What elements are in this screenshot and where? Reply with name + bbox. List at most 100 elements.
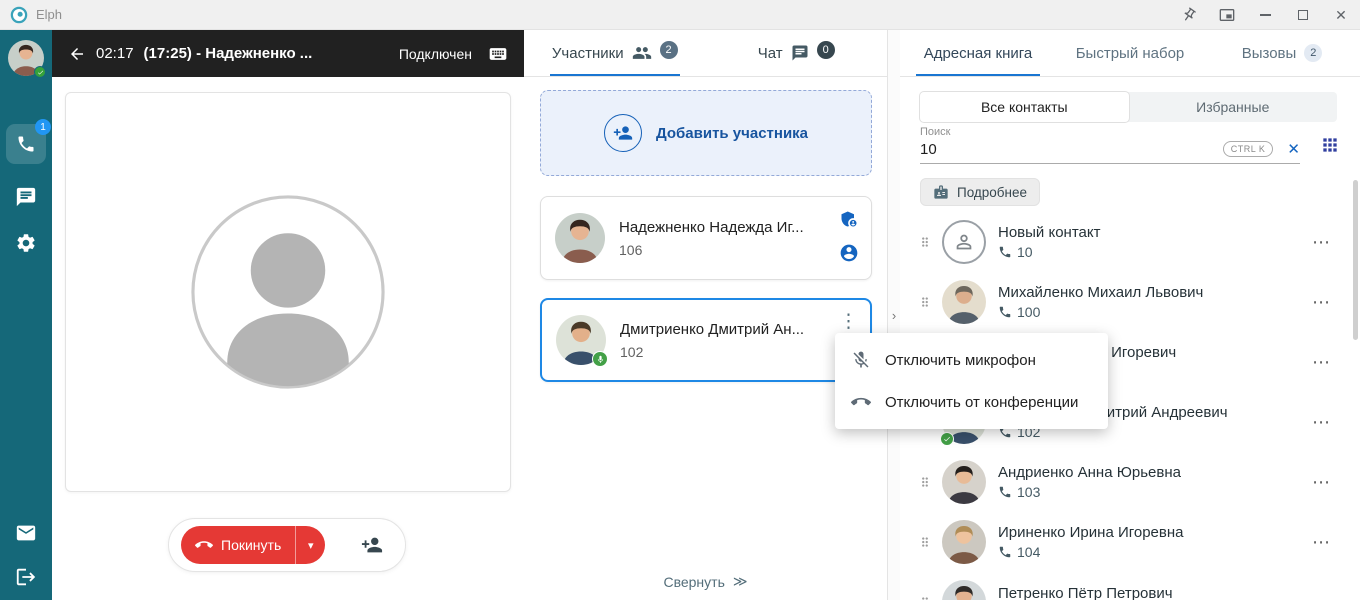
contact-menu-button[interactable]: ⋯ xyxy=(1308,469,1334,495)
maximize-button[interactable] xyxy=(1294,6,1312,24)
app-title: Elph xyxy=(36,7,62,22)
shortcut-chip: CTRL K xyxy=(1223,141,1274,157)
filter-all-contacts[interactable]: Все контакты xyxy=(920,92,1129,122)
filter-favorites[interactable]: Избранные xyxy=(1129,92,1338,122)
contact-row[interactable]: Андриенко Анна Юрьевна 103 ⋯ xyxy=(900,452,1360,512)
chevron-down-icon: ▾ xyxy=(308,539,314,552)
drag-handle-icon[interactable] xyxy=(918,473,932,491)
conference-tabs: Участники 2 Чат 0 xyxy=(524,30,887,77)
contact-row[interactable]: Михайленко Михаил Львович 100 ⋯ xyxy=(900,272,1360,332)
tab-speed-dial-label: Быстрый набор xyxy=(1076,45,1185,62)
tab-participants[interactable]: Участники 2 xyxy=(524,30,706,76)
contact-row[interactable]: Ириненко Ирина Игоревна 104 ⋯ xyxy=(900,512,1360,572)
tab-participants-label: Участники xyxy=(552,45,624,62)
sidebar-item-logout[interactable] xyxy=(15,566,37,588)
keyboard-icon xyxy=(488,44,508,64)
participant-card[interactable]: Надежненко Надежда Иг... 106 xyxy=(540,196,872,280)
call-end-icon xyxy=(195,536,213,554)
call-controls-bar: Покинуть ▾ xyxy=(168,518,406,572)
pin-window-button[interactable] xyxy=(1176,2,1201,27)
contact-row[interactable]: Петренко Пётр Петрович ⋯ xyxy=(900,572,1360,600)
dtmf-keypad-button[interactable] xyxy=(488,44,508,64)
add-participant-dropzone[interactable]: Добавить участника xyxy=(540,90,872,176)
search-label: Поиск xyxy=(920,126,1300,138)
participant-name: Дмитриенко Дмитрий Ан... xyxy=(620,321,804,338)
sidebar-item-mail[interactable] xyxy=(15,522,37,544)
call-timer: 02:17 xyxy=(96,45,134,62)
participants-count-badge: 2 xyxy=(660,41,678,59)
sidebar-item-messages[interactable] xyxy=(15,186,37,208)
tab-address-book-label: Адресная книга xyxy=(924,45,1033,62)
drag-handle-icon[interactable] xyxy=(918,233,932,251)
drag-handle-icon[interactable] xyxy=(918,593,932,600)
clear-search-button[interactable]: ✕ xyxy=(1287,140,1300,158)
remote-video-area xyxy=(65,92,511,492)
contacts-filter-segmented: Все контакты Избранные xyxy=(920,92,1337,122)
account-circle-icon[interactable] xyxy=(839,243,859,263)
chat-icon xyxy=(15,186,37,208)
contact-name: Петренко Пётр Петрович xyxy=(998,585,1173,600)
close-button[interactable]: ✕ xyxy=(1332,6,1350,24)
tab-address-book[interactable]: Адресная книга xyxy=(902,30,1054,76)
details-button[interactable]: Подробнее xyxy=(920,178,1040,206)
search-row: Поиск 10 CTRL K ✕ xyxy=(920,126,1340,164)
dialpad-grid-button[interactable] xyxy=(1320,135,1340,155)
active-call-panel: 02:17 (17:25) - Надежненко ... Подключен… xyxy=(52,30,524,600)
chat-count-badge: 0 xyxy=(817,41,835,59)
participant-card-selected[interactable]: Дмитриенко Дмитрий Ан... 102 ⋮ xyxy=(540,298,872,382)
menu-item-mute[interactable]: Отключить микрофон xyxy=(835,339,1108,381)
app-sidebar: 1 xyxy=(0,30,52,600)
contact-menu-button[interactable]: ⋯ xyxy=(1308,529,1334,555)
menu-item-mute-label: Отключить микрофон xyxy=(885,352,1036,369)
contact-avatar xyxy=(942,520,986,564)
add-participant-label: Добавить участника xyxy=(656,125,808,142)
contact-card-icon xyxy=(933,184,949,200)
participant-menu-button[interactable]: ⋮ xyxy=(835,308,862,335)
tab-speed-dial[interactable]: Быстрый набор xyxy=(1054,30,1206,76)
panel-divider: › xyxy=(888,30,900,600)
leave-call-options-button[interactable]: ▾ xyxy=(295,526,325,564)
phone-icon xyxy=(998,485,1012,499)
contact-menu-button[interactable]: ⋯ xyxy=(1308,229,1334,255)
drag-handle-icon[interactable] xyxy=(918,293,932,311)
back-button[interactable] xyxy=(68,45,86,63)
collapse-label: Свернуть xyxy=(663,574,724,590)
call-status: Подключен xyxy=(399,46,472,62)
tab-chat[interactable]: Чат 0 xyxy=(706,30,888,76)
call-header: 02:17 (17:25) - Надежненко ... Подключен xyxy=(52,30,524,77)
sidebar-item-settings[interactable] xyxy=(15,232,37,254)
phone-icon xyxy=(16,134,36,154)
contact-menu-button[interactable]: ⋯ xyxy=(1308,349,1334,375)
chat-bubble-icon xyxy=(791,44,809,62)
tab-chat-label: Чат xyxy=(758,45,783,62)
expand-chevron-icon[interactable]: › xyxy=(892,308,896,323)
contact-menu-button[interactable]: ⋯ xyxy=(1308,289,1334,315)
participant-context-menu: Отключить микрофон Отключить от конферен… xyxy=(835,333,1108,429)
logout-icon xyxy=(15,566,37,588)
people-icon xyxy=(632,43,652,63)
elph-app-window: Elph ✕ 1 02:17 (17:25) - Надежненко ... xyxy=(0,0,1360,600)
drag-handle-icon[interactable] xyxy=(918,533,932,551)
search-value: 10 xyxy=(920,141,1223,158)
add-participant-button[interactable] xyxy=(361,534,383,556)
maximize-icon xyxy=(1298,10,1308,20)
contact-menu-button[interactable]: ⋯ xyxy=(1308,589,1334,600)
search-input[interactable]: Поиск 10 CTRL K ✕ xyxy=(920,126,1300,164)
contact-name: Андриенко Анна Юрьевна xyxy=(998,464,1181,481)
user-online-badge xyxy=(34,66,46,78)
menu-item-disconnect[interactable]: Отключить от конференции xyxy=(835,381,1108,423)
moderator-shield-icon[interactable] xyxy=(839,209,859,229)
user-avatar[interactable] xyxy=(8,40,44,76)
minimize-button[interactable] xyxy=(1256,6,1274,24)
sidebar-item-calls[interactable]: 1 xyxy=(6,124,46,164)
participant-number: 106 xyxy=(619,242,804,258)
contact-row[interactable]: Новый контакт 10 ⋯ xyxy=(900,212,1360,272)
scrollbar-thumb[interactable] xyxy=(1353,180,1358,340)
compact-view-button[interactable] xyxy=(1218,6,1236,24)
avatar-placeholder xyxy=(190,194,386,390)
conference-side-panel: Участники 2 Чат 0 Добавить участника Над… xyxy=(524,30,888,600)
contact-menu-button[interactable]: ⋯ xyxy=(1308,409,1334,435)
collapse-panel-link[interactable]: Свернуть ≫ xyxy=(524,573,887,590)
tab-calls[interactable]: Вызовы 2 xyxy=(1206,30,1358,76)
leave-call-button[interactable]: Покинуть xyxy=(181,526,295,564)
